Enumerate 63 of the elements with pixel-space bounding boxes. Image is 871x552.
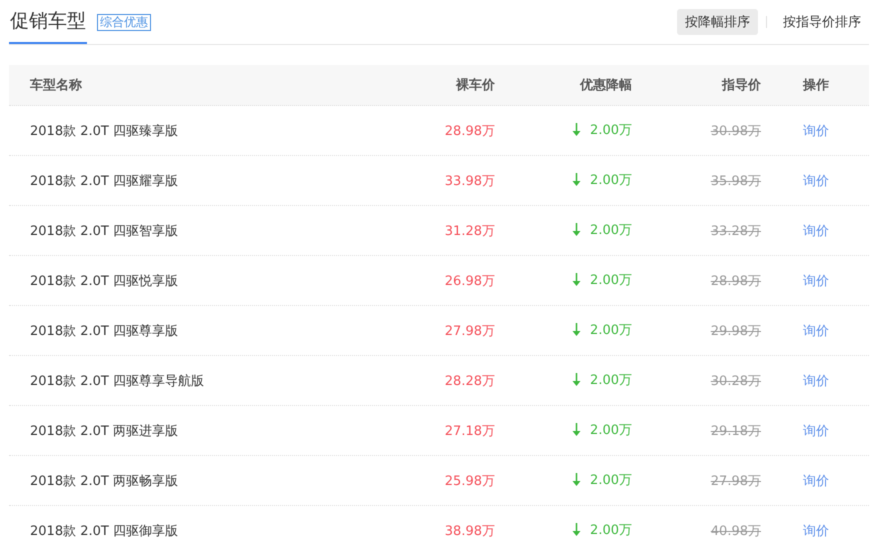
down-arrow-icon [572,223,582,236]
guide-price: 27.98万 [710,472,761,490]
discount: 2.00万 [590,322,632,339]
promo-tag: 综合优惠 [97,14,151,30]
price: 31.28万 [444,222,495,240]
column-header: 优惠降幅 [580,77,632,94]
down-arrow-icon [572,323,582,336]
column-header: 车型名称 [29,76,83,94]
model-name: 2018款 2.0T 四驱悦享版 [29,272,179,290]
inquiry-link[interactable]: 询价 [803,224,829,238]
model-name: 2018款 2.0T 两驱畅享版 [29,472,179,490]
column-header: 裸车价 [456,76,495,94]
discount: 2.00万 [590,522,632,539]
model-name: 2018款 2.0T 四驱御享版 [29,522,179,540]
price: 25.98万 [444,472,495,490]
column-header: 操作 [802,77,830,94]
down-arrow-icon [572,423,582,436]
discount: 2.00万 [590,272,632,289]
down-arrow-icon [572,473,582,486]
guide-price: 33.28万 [710,222,761,240]
discount: 2.00万 [590,422,632,439]
down-arrow-icon [572,523,582,536]
inquiry-link[interactable]: 询价 [803,274,829,288]
guide-price: 29.18万 [710,422,761,440]
guide-price: 40.98万 [710,522,761,540]
price: 27.18万 [444,422,495,440]
price: 33.98万 [444,172,495,190]
price: 38.98万 [444,522,495,540]
guide-price: 29.98万 [710,322,761,340]
price: 26.98万 [444,272,495,290]
guide-price: 28.98万 [710,272,761,290]
discount: 2.00万 [590,122,632,139]
guide-price: 30.28万 [710,372,761,390]
inquiry-link[interactable]: 询价 [803,324,829,338]
model-name: 2018款 2.0T 四驱耀享版 [29,172,179,190]
inquiry-link[interactable]: 询价 [803,374,829,388]
inquiry-link[interactable]: 询价 [803,474,829,488]
model-name: 2018款 2.0T 四驱尊享版 [29,322,179,340]
section-title-tab[interactable]: 促销车型 [9,0,87,44]
column-header: 指导价 [722,77,761,94]
down-arrow-icon [572,373,582,386]
down-arrow-icon [572,123,582,136]
discount: 2.00万 [590,222,632,239]
sort-button[interactable]: 按指导价排序 [775,9,869,35]
discount: 2.00万 [590,172,632,189]
price: 27.98万 [444,322,495,340]
model-name: 2018款 2.0T 四驱尊享导航版 [29,372,205,390]
down-arrow-icon [572,273,582,286]
down-arrow-icon [572,173,582,186]
price: 28.28万 [444,372,495,390]
model-name: 2018款 2.0T 四驱智享版 [29,222,179,240]
inquiry-link[interactable]: 询价 [803,424,829,438]
inquiry-link[interactable]: 询价 [803,174,829,188]
discount: 2.00万 [590,472,632,489]
price: 28.98万 [444,122,495,140]
inquiry-link[interactable]: 询价 [803,124,829,138]
sort-button[interactable]: 按降幅排序 [677,9,758,35]
discount: 2.00万 [590,372,632,389]
guide-price: 35.98万 [710,172,761,190]
model-name: 2018款 2.0T 四驱臻享版 [29,122,179,140]
guide-price: 30.98万 [710,122,761,140]
model-name: 2018款 2.0T 两驱进享版 [29,422,179,440]
inquiry-link[interactable]: 询价 [803,524,829,538]
